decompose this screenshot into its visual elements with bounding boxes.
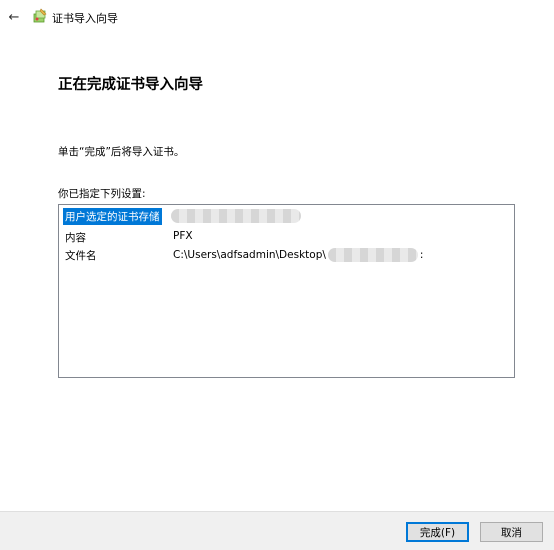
redacted-value [171, 209, 301, 223]
settings-key: 内容 [65, 232, 86, 244]
settings-list[interactable]: 用户选定的证书存储 内容 PFX 文件名 C:\Users\adfsadmin\… [58, 204, 515, 378]
settings-value: PFX [173, 230, 193, 242]
settings-value-redacted [171, 209, 301, 223]
filename-path: C:\Users\adfsadmin\Desktop\ [173, 249, 326, 261]
certificate-wizard-icon [33, 8, 47, 23]
finish-button[interactable]: 完成(F) [406, 522, 469, 542]
cancel-button[interactable]: 取消 [480, 522, 543, 542]
footer-bar: 完成(F) 取消 [0, 511, 554, 550]
window-title: 证书导入向导 [52, 12, 118, 25]
settings-key: 用户选定的证书存储 [63, 208, 162, 225]
settings-value: C:\Users\adfsadmin\Desktop\ : [173, 248, 423, 262]
back-arrow-icon[interactable]: ← [6, 9, 22, 25]
description-text: 单击“完成”后将导入证书。 [58, 146, 185, 158]
title-bar: ← 证书导入向导 [0, 0, 554, 32]
redacted-filename [327, 248, 418, 262]
settings-label: 你已指定下列设置: [58, 188, 146, 200]
filename-suffix: : [419, 249, 424, 261]
page-heading: 正在完成证书导入向导 [58, 77, 203, 93]
settings-key: 文件名 [65, 250, 97, 262]
